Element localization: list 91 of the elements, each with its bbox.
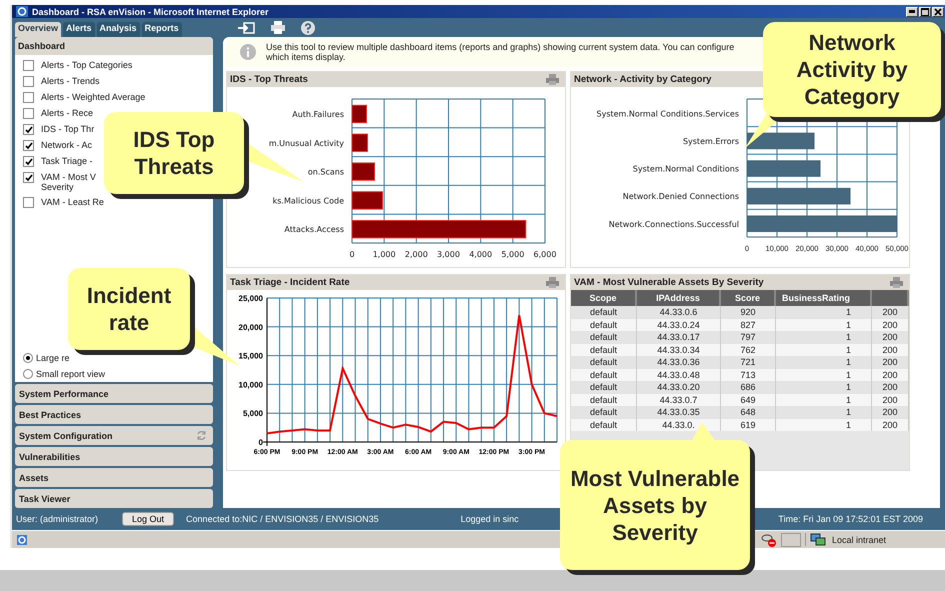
checkbox[interactable] (23, 156, 34, 167)
maximize-button[interactable] (919, 6, 931, 16)
table-cell: 619 (721, 418, 776, 431)
tick-label: 1,000 (372, 250, 396, 259)
tab[interactable]: Overview (15, 22, 62, 37)
privacy-icon (761, 532, 777, 546)
callout: Most Vulnerable Assets by Severity (560, 440, 750, 570)
tick-label: 25,000 (238, 294, 263, 303)
accordion-header[interactable]: Best Practices (15, 405, 213, 424)
info-icon (240, 44, 256, 60)
checkbox-label: Alerts - Trends (41, 76, 100, 86)
checkbox[interactable] (23, 76, 34, 87)
accordion-header[interactable]: Vulnerabilities (15, 447, 213, 466)
checkbox-label: Network - Ac (41, 140, 92, 150)
checkbox[interactable] (23, 124, 34, 135)
tick-label: 5,000 (242, 409, 263, 418)
tick-label: 0 (258, 438, 263, 447)
minimize-icon (909, 10, 915, 13)
checkbox[interactable] (23, 60, 34, 71)
panel-title: VAM - Most Vulnerable Assets By Severity (574, 277, 764, 288)
accordion-header[interactable]: System Configuration (15, 426, 213, 445)
callout: Incident rate (68, 268, 190, 350)
radio-button[interactable] (23, 353, 33, 363)
tick-label: 2,000 (404, 250, 428, 259)
browser-icon (16, 6, 28, 17)
axis-label: System.Normal Conditions (632, 164, 739, 174)
accordion-header[interactable]: Task Viewer (15, 489, 213, 508)
close-button[interactable] (932, 6, 944, 16)
page-icon (16, 534, 28, 546)
login-label: Logged in sinc (460, 514, 519, 524)
accordion-header[interactable]: System Performance (15, 384, 213, 403)
panel-title: IDS - Top Threats (230, 74, 308, 85)
checkbox-label: Severity (41, 182, 75, 192)
checkbox[interactable] (23, 92, 34, 103)
axis-label: System.Normal Conditions.Services (596, 109, 739, 118)
minimize-button[interactable] (906, 6, 918, 16)
status-pane (781, 532, 801, 546)
checkbox[interactable] (23, 197, 34, 208)
info-text: Use this tool to review multiple dashboard items (reports and graphs) showing current system data. You can configure which items display. (266, 42, 736, 62)
checkbox[interactable] (23, 108, 34, 119)
tick-label: 3,000 (437, 250, 460, 259)
checkbox-label: Task Triage - (41, 156, 93, 166)
tick-label: 20,000 (238, 322, 263, 332)
tick-label: 6,000 (534, 250, 556, 259)
axis-label: m.Unusual Activity (268, 138, 344, 148)
checkbox-label: Alerts - Top Categories (41, 60, 132, 70)
tick-label: 15,000 (238, 352, 263, 361)
window-title: Dashboard - RSA enVision - Microsoft Internet Explorer (32, 6, 269, 16)
tick-label: 4,000 (469, 250, 492, 259)
time-label: Time: Fri Jan 09 17:52:01 EST 2009 (778, 514, 923, 524)
panel-title: Network - Activity by Category (574, 74, 712, 85)
tick-label: 10,000 (238, 380, 263, 390)
table-cell: 200 (872, 418, 909, 431)
network-icon (810, 533, 826, 546)
table-cell: 1 (776, 418, 872, 431)
tick-label: 5,000 (501, 250, 524, 259)
close-icon (934, 8, 942, 16)
maximize-icon (921, 8, 929, 16)
panel-title: Task Triage - Incident Rate (230, 277, 350, 288)
help-icon[interactable] (301, 20, 315, 34)
checkbox-label: IDS - Top Thr (41, 124, 94, 134)
radio-label: Large re (36, 353, 70, 363)
checkbox[interactable] (23, 172, 34, 183)
table-cell: default (571, 418, 637, 431)
logout-button[interactable]: Log Out (122, 512, 174, 526)
checkbox-label: VAM - Most V (41, 172, 96, 182)
print-icon[interactable] (271, 21, 285, 34)
checkbox-label: Alerts - Weighted Average (41, 92, 146, 102)
checkbox-label: Alerts - Rece (41, 108, 94, 118)
radio-button[interactable] (23, 369, 33, 379)
connection-label: Connected to:NIC / ENVISION35 / ENVISION35 (186, 514, 379, 524)
zone-label: Local intranet (832, 534, 886, 544)
tab[interactable]: Alerts (63, 22, 95, 37)
radio-label: Small report view (36, 369, 106, 379)
section-header: Dashboard (15, 37, 213, 55)
axis-label: Network.Connections.Successful (608, 220, 739, 229)
axis-label: ks.Malicious Code (272, 196, 344, 206)
axis-label: Auth.Failures (292, 110, 344, 119)
user-label: User: (administrator) (16, 514, 98, 524)
checkbox[interactable] (23, 140, 34, 151)
axis-label: on.Scans (308, 168, 344, 177)
axis-label: Attacks.Access (284, 225, 344, 234)
axis-label: System.Errors (682, 136, 739, 146)
accordion-header[interactable]: Assets (15, 468, 213, 487)
tab[interactable]: Analysis (96, 22, 140, 37)
callout: Network Activity by Category (763, 22, 941, 117)
exit-icon[interactable] (237, 22, 255, 34)
checkbox-label: VAM - Least Re (41, 197, 104, 207)
tab[interactable]: Reports (142, 22, 182, 37)
tick-label: 0 (349, 250, 355, 259)
axis-label: Network.Denied Connections (622, 192, 739, 202)
